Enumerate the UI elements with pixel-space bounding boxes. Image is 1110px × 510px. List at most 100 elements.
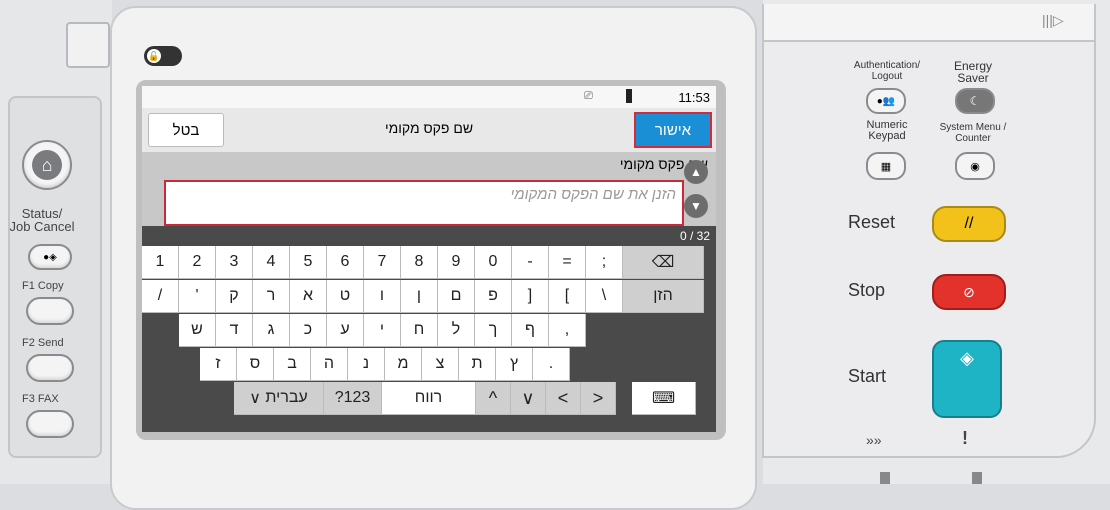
key[interactable]: ו xyxy=(364,280,401,313)
key[interactable]: ח xyxy=(401,314,438,347)
key[interactable]: - xyxy=(512,246,549,279)
key[interactable]: ג xyxy=(253,314,290,347)
key[interactable]: 2 xyxy=(179,246,216,279)
send-button[interactable] xyxy=(26,354,74,382)
key[interactable]: צ xyxy=(422,348,459,381)
key[interactable]: ך xyxy=(475,314,512,347)
energy-saver-label: Energy Saver xyxy=(953,59,993,85)
key[interactable]: 8 xyxy=(401,246,438,279)
cursor-right-key[interactable]: > xyxy=(581,382,616,415)
key[interactable]: 6 xyxy=(327,246,364,279)
hide-keyboard-key[interactable]: ⌨ xyxy=(632,382,696,415)
key[interactable]: = xyxy=(549,246,586,279)
cursor-up-key[interactable]: ^ xyxy=(476,382,511,415)
scroll-up-button[interactable]: ▲ xyxy=(684,160,708,184)
key[interactable]: 1 xyxy=(142,246,179,279)
copy-button[interactable] xyxy=(26,297,74,325)
title-bar: בטל שם פקס מקומי אישור xyxy=(142,108,716,153)
copy-key-label: F1 xyxy=(22,280,35,292)
fax-name-input[interactable]: הזנן את שם הפקס המקומי xyxy=(164,180,684,226)
scroll-down-button[interactable]: ▼ xyxy=(684,194,708,218)
key[interactable]: ' xyxy=(179,280,216,313)
home-icon: ⌂ xyxy=(32,150,62,180)
send-text: Send xyxy=(37,337,64,349)
backspace-key[interactable]: ⌫ xyxy=(623,246,704,279)
key[interactable]: ע xyxy=(327,314,364,347)
time-display: 11:53 xyxy=(678,90,710,105)
key[interactable]: ל xyxy=(438,314,475,347)
fax-label: F3 FAX xyxy=(22,393,59,405)
reset-button[interactable]: // xyxy=(932,206,1006,242)
home-button[interactable]: ⌂ xyxy=(22,140,72,190)
keypad-icon: ▦ xyxy=(880,160,892,173)
key[interactable]: ץ xyxy=(496,348,533,381)
fax-text: FAX xyxy=(37,393,59,405)
language-select[interactable]: ∨ עברית xyxy=(234,382,324,415)
numeric-keypad-button[interactable]: ▦ xyxy=(866,152,906,180)
key[interactable]: ; xyxy=(586,246,623,279)
key[interactable]: 3 xyxy=(216,246,253,279)
key[interactable]: ת xyxy=(459,348,496,381)
energy-saver-button[interactable]: ☾ xyxy=(955,88,995,114)
numbers-symbols-key[interactable]: ?123 xyxy=(324,382,382,415)
key[interactable]: 7 xyxy=(364,246,401,279)
chevron-down-icon: ▼ xyxy=(690,199,702,213)
enter-key[interactable]: הזן xyxy=(623,280,704,313)
cursor-left-icon: < xyxy=(557,387,569,408)
authentication-logout-button[interactable]: ●👥 xyxy=(866,88,906,114)
key[interactable]: ד xyxy=(216,314,253,347)
key[interactable]: ש xyxy=(179,314,216,347)
start-button[interactable]: ◈ xyxy=(932,340,1002,418)
key[interactable]: ב xyxy=(274,348,311,381)
key[interactable]: [ xyxy=(549,280,586,313)
key[interactable]: \ xyxy=(586,280,623,313)
key[interactable]: ק xyxy=(216,280,253,313)
key[interactable]: ז xyxy=(200,348,237,381)
cursor-down-icon: ∨ xyxy=(521,387,535,408)
key[interactable]: ן xyxy=(401,280,438,313)
key[interactable]: ף xyxy=(512,314,549,347)
key[interactable]: 0 xyxy=(475,246,512,279)
status-icon: ●◈ xyxy=(43,251,57,263)
send-label: F2 Send xyxy=(22,337,64,349)
key[interactable]: א xyxy=(290,280,327,313)
stop-label: Stop xyxy=(848,280,886,300)
start-label: Start xyxy=(848,366,887,386)
key[interactable]: ט xyxy=(327,280,364,313)
moon-icon: ☾ xyxy=(969,94,981,108)
key[interactable]: ה xyxy=(311,348,348,381)
key[interactable]: / xyxy=(142,280,179,313)
language-label: עברית xyxy=(265,389,308,406)
key[interactable]: ] xyxy=(512,280,549,313)
ok-button[interactable]: אישור xyxy=(634,112,712,148)
key[interactable]: 9 xyxy=(438,246,475,279)
key[interactable]: י xyxy=(364,314,401,347)
fax-button[interactable] xyxy=(26,410,74,438)
key[interactable]: ס xyxy=(237,348,274,381)
key[interactable]: 4 xyxy=(253,246,290,279)
lock-toggle[interactable]: 🔓 xyxy=(144,46,182,66)
key[interactable]: ם xyxy=(438,280,475,313)
key[interactable]: , xyxy=(549,314,586,347)
cursor-left-key[interactable]: < xyxy=(546,382,581,415)
key[interactable]: נ xyxy=(348,348,385,381)
chevron-down-icon: ∨ xyxy=(249,390,261,407)
status-job-cancel-button[interactable]: ●◈ xyxy=(28,244,72,270)
key[interactable]: מ xyxy=(385,348,422,381)
chevron-up-icon: ▲ xyxy=(690,165,702,179)
key[interactable]: כ xyxy=(290,314,327,347)
input-placeholder: הזנן את שם הפקס המקומי xyxy=(510,186,676,203)
stop-button[interactable]: ⊘ xyxy=(932,274,1006,310)
keyboard-icon: ⌨ xyxy=(651,390,676,407)
cursor-down-key[interactable]: ∨ xyxy=(511,382,546,415)
copy-label: F1 Copy xyxy=(22,280,64,292)
key[interactable]: . xyxy=(533,348,570,381)
key[interactable]: ר xyxy=(253,280,290,313)
key[interactable]: 5 xyxy=(290,246,327,279)
indicator-light-left xyxy=(880,472,890,484)
key[interactable]: פ xyxy=(475,280,512,313)
space-key[interactable]: רווח xyxy=(382,382,476,415)
status-job-cancel-label: Status/ Job Cancel xyxy=(9,206,75,234)
system-menu-button[interactable]: ◉ xyxy=(955,152,995,180)
reset-label: Reset xyxy=(848,212,896,232)
